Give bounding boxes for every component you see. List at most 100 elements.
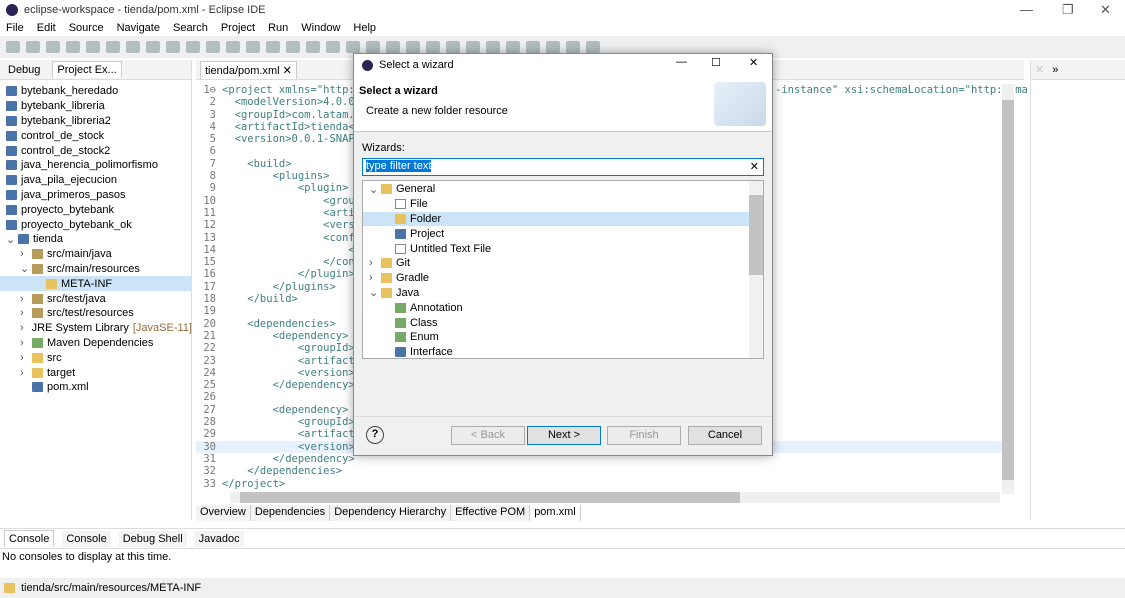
- expand-toggle-icon[interactable]: ›: [20, 337, 28, 349]
- tree-item[interactable]: ⌄ Java: [363, 286, 763, 301]
- tab-pom-xml[interactable]: pom.xml: [530, 505, 581, 521]
- tab-pom-xml[interactable]: tienda/pom.xml ✕: [200, 60, 297, 79]
- tree-item[interactable]: › src/main/java: [0, 247, 191, 262]
- tree-item[interactable]: java_herencia_polimorfismo: [0, 158, 191, 173]
- menu-help[interactable]: Help: [353, 22, 376, 34]
- tree-item[interactable]: control_de_stock2: [0, 143, 191, 158]
- tree-item[interactable]: control_de_stock: [0, 128, 191, 143]
- tree-item[interactable]: proyecto_bytebank_ok: [0, 217, 191, 232]
- toolbar-button-icon[interactable]: [346, 41, 360, 53]
- maximize-button[interactable]: ❐: [1062, 2, 1074, 18]
- tree-item[interactable]: pom.xml: [0, 380, 191, 395]
- expand-toggle-icon[interactable]: ⌄: [20, 262, 29, 275]
- toolbar-button-icon[interactable]: [206, 41, 220, 53]
- tree-item[interactable]: bytebank_libreria2: [0, 114, 191, 129]
- close-icon[interactable]: ✕: [1035, 63, 1044, 76]
- toolbar-button-icon[interactable]: [546, 41, 560, 53]
- tree-item[interactable]: proyecto_bytebank: [0, 202, 191, 217]
- tree-item[interactable]: › src: [0, 350, 191, 365]
- expand-toggle-icon[interactable]: ›: [369, 257, 377, 269]
- help-button[interactable]: ?: [366, 426, 384, 444]
- toolbar-button-icon[interactable]: [126, 41, 140, 53]
- toolbar-button-icon[interactable]: [326, 41, 340, 53]
- finish-button[interactable]: Finish: [607, 426, 681, 445]
- dialog-maximize-button[interactable]: ☐: [711, 56, 721, 69]
- toolbar-button-icon[interactable]: [246, 41, 260, 53]
- tree-item[interactable]: › Git: [363, 256, 763, 271]
- tree-item[interactable]: ⌄ src/main/resources: [0, 262, 191, 277]
- tree-item[interactable]: META-INF: [0, 276, 191, 292]
- toolbar-button-icon[interactable]: [166, 41, 180, 53]
- menu-run[interactable]: Run: [268, 22, 288, 34]
- toolbar-button-icon[interactable]: [86, 41, 100, 53]
- tab-javadoc[interactable]: Javadoc: [194, 530, 244, 547]
- expand-toggle-icon[interactable]: ›: [20, 248, 28, 260]
- tab-project-explorer[interactable]: Project Ex...: [52, 61, 122, 78]
- tree-item[interactable]: › src/test/java: [0, 291, 191, 306]
- tab-overview[interactable]: Overview: [196, 505, 251, 521]
- tree-item[interactable]: › target: [0, 365, 191, 380]
- tab-effective-pom[interactable]: Effective POM: [451, 505, 531, 521]
- expand-toggle-icon[interactable]: ›: [20, 352, 28, 364]
- tree-item[interactable]: java_primeros_pasos: [0, 188, 191, 203]
- dialog-minimize-button[interactable]: —: [676, 56, 687, 68]
- tab-debug[interactable]: Debug: [4, 61, 45, 78]
- toolbar-button-icon[interactable]: [286, 41, 300, 53]
- tree-item[interactable]: Enum: [363, 330, 763, 345]
- toolbar-button-icon[interactable]: [486, 41, 500, 53]
- expand-toggle-icon[interactable]: ›: [369, 272, 377, 284]
- tree-item[interactable]: Folder: [363, 211, 763, 227]
- cancel-button[interactable]: Cancel: [688, 426, 762, 445]
- toolbar-button-icon[interactable]: [526, 41, 540, 53]
- minimize-button[interactable]: —: [1020, 2, 1033, 17]
- menu-file[interactable]: File: [6, 22, 24, 34]
- tree-item[interactable]: File: [363, 197, 763, 212]
- expand-toggle-icon[interactable]: ›: [20, 322, 24, 334]
- toolbar-button-icon[interactable]: [306, 41, 320, 53]
- tree-item[interactable]: › src/test/resources: [0, 306, 191, 321]
- toolbar-button-icon[interactable]: [6, 41, 20, 53]
- toolbar-button-icon[interactable]: [186, 41, 200, 53]
- toolbar-button-icon[interactable]: [406, 41, 420, 53]
- toolbar-button-icon[interactable]: [46, 41, 60, 53]
- tree-item[interactable]: Annotation: [363, 300, 763, 315]
- expand-toggle-icon[interactable]: ›: [20, 293, 28, 305]
- toolbar-button-icon[interactable]: [146, 41, 160, 53]
- tree-item[interactable]: bytebank_heredado: [0, 84, 191, 99]
- toolbar-button-icon[interactable]: [446, 41, 460, 53]
- tree-item[interactable]: › Maven Dependencies: [0, 336, 191, 351]
- toolbar-button-icon[interactable]: [466, 41, 480, 53]
- tree-item[interactable]: Untitled Text File: [363, 241, 763, 256]
- tree-item[interactable]: Class: [363, 315, 763, 330]
- toolbar-button-icon[interactable]: [506, 41, 520, 53]
- menu-edit[interactable]: Edit: [37, 22, 56, 34]
- back-button[interactable]: < Back: [451, 426, 525, 445]
- toolbar-button-icon[interactable]: [386, 41, 400, 53]
- tree-item[interactable]: bytebank_libreria: [0, 99, 191, 114]
- expand-toggle-icon[interactable]: ›: [20, 367, 28, 379]
- wizard-filter-input[interactable]: type filter text ✕: [362, 158, 764, 176]
- next-button[interactable]: Next >: [527, 426, 601, 445]
- horizontal-scrollbar[interactable]: [230, 492, 1000, 503]
- expand-toggle-icon[interactable]: ›: [20, 307, 28, 319]
- menu-search[interactable]: Search: [173, 22, 208, 34]
- tab-dependency-hierarchy[interactable]: Dependency Hierarchy: [330, 505, 452, 521]
- dialog-close-button[interactable]: ✕: [749, 56, 758, 69]
- toolbar-button-icon[interactable]: [26, 41, 40, 53]
- vertical-scrollbar[interactable]: [1002, 84, 1014, 494]
- more-views-icon[interactable]: »: [1052, 64, 1058, 76]
- tab-console[interactable]: Console: [62, 530, 111, 547]
- toolbar-button-icon[interactable]: [226, 41, 240, 53]
- toolbar-button-icon[interactable]: [266, 41, 280, 53]
- menu-navigate[interactable]: Navigate: [117, 22, 160, 34]
- tree-item[interactable]: ⌄ tienda: [0, 232, 191, 247]
- tab-debug-shell[interactable]: Debug Shell: [118, 530, 187, 547]
- tree-item[interactable]: java_pila_ejecucion: [0, 173, 191, 188]
- expand-toggle-icon[interactable]: ⌄: [369, 183, 378, 196]
- toolbar-button-icon[interactable]: [66, 41, 80, 53]
- tree-item[interactable]: Project: [363, 226, 763, 241]
- toolbar-button-icon[interactable]: [566, 41, 580, 53]
- toolbar-button-icon[interactable]: [426, 41, 440, 53]
- close-button[interactable]: ✕: [1100, 2, 1111, 18]
- tab-dependencies[interactable]: Dependencies: [250, 505, 331, 521]
